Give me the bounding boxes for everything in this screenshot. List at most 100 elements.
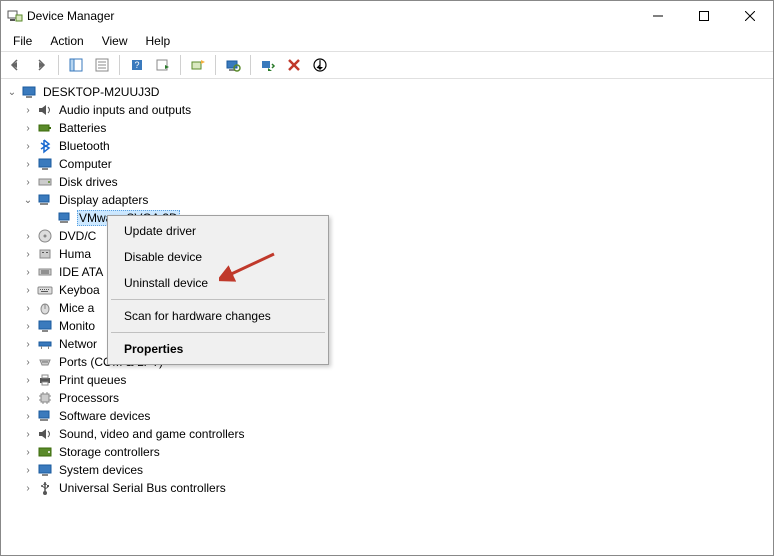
tree-computer[interactable]: › Computer xyxy=(3,155,773,173)
expand-icon[interactable]: › xyxy=(21,321,35,332)
display-adapter-icon xyxy=(57,210,73,226)
expand-icon[interactable]: › xyxy=(21,447,35,458)
tree-label: Networ xyxy=(57,337,99,351)
ctx-update-driver[interactable]: Update driver xyxy=(110,218,326,244)
expand-icon[interactable]: › xyxy=(21,267,35,278)
expand-icon[interactable]: › xyxy=(21,231,35,242)
device-manager-window: Device Manager File Action View Help xyxy=(0,0,774,556)
ctx-scan-hardware[interactable]: Scan for hardware changes xyxy=(110,303,326,329)
update-driver-button[interactable] xyxy=(186,53,210,77)
tree-system-devices[interactable]: › System devices xyxy=(3,461,773,479)
expand-icon[interactable]: › xyxy=(21,303,35,314)
tree-label: DESKTOP-M2UUJ3D xyxy=(41,85,161,99)
menu-action[interactable]: Action xyxy=(42,33,91,49)
expand-icon[interactable]: › xyxy=(21,357,35,368)
expand-icon[interactable]: › xyxy=(21,339,35,350)
back-button[interactable] xyxy=(3,53,27,77)
svg-text:?: ? xyxy=(134,60,139,70)
menubar: File Action View Help xyxy=(1,31,773,51)
expand-icon[interactable]: › xyxy=(21,105,35,116)
toolbar-sep xyxy=(180,55,181,75)
expand-icon[interactable]: › xyxy=(21,411,35,422)
device-tree[interactable]: ⌄ DESKTOP-M2UUJ3D › Audio inputs and out… xyxy=(1,79,773,555)
close-button[interactable] xyxy=(727,1,773,31)
tree-bluetooth[interactable]: › Bluetooth xyxy=(3,137,773,155)
toolbar: ? xyxy=(1,51,773,79)
app-icon xyxy=(7,8,23,24)
collapse-icon[interactable]: ⌄ xyxy=(5,87,19,98)
ctx-separator xyxy=(111,332,325,333)
expand-icon[interactable]: › xyxy=(21,123,35,134)
titlebar: Device Manager xyxy=(1,1,773,31)
tree-label: Sound, video and game controllers xyxy=(57,427,246,441)
network-icon xyxy=(37,336,53,352)
expand-icon[interactable]: › xyxy=(21,393,35,404)
expand-icon[interactable]: › xyxy=(21,375,35,386)
help-button[interactable]: ? xyxy=(125,53,149,77)
software-device-icon xyxy=(37,408,53,424)
menu-file[interactable]: File xyxy=(5,33,40,49)
expand-icon[interactable]: › xyxy=(21,465,35,476)
display-adapter-icon xyxy=(37,192,53,208)
expand-icon[interactable]: › xyxy=(21,249,35,260)
tree-label: Display adapters xyxy=(57,193,150,207)
expand-icon[interactable]: › xyxy=(21,285,35,296)
tree-label: Monito xyxy=(57,319,97,333)
expand-icon[interactable]: › xyxy=(21,483,35,494)
dvd-icon xyxy=(37,228,53,244)
hid-icon xyxy=(37,246,53,262)
monitor-icon xyxy=(37,156,53,172)
tree-label: Audio inputs and outputs xyxy=(57,103,193,117)
tree-label: Software devices xyxy=(57,409,152,423)
window-title: Device Manager xyxy=(23,9,635,23)
disable-device-button[interactable] xyxy=(256,53,280,77)
show-hide-tree-button[interactable] xyxy=(64,53,88,77)
action-button[interactable] xyxy=(151,53,175,77)
enable-device-button[interactable] xyxy=(308,53,332,77)
minimize-button[interactable] xyxy=(635,1,681,31)
tree-disk[interactable]: › Disk drives xyxy=(3,173,773,191)
ctx-properties[interactable]: Properties xyxy=(110,336,326,362)
tree-display-adapters[interactable]: ⌄ Display adapters xyxy=(3,191,773,209)
tree-label: Computer xyxy=(57,157,114,171)
expand-icon[interactable]: › xyxy=(21,429,35,440)
bluetooth-icon xyxy=(37,138,53,154)
tree-label: Universal Serial Bus controllers xyxy=(57,481,228,495)
monitor-icon xyxy=(37,318,53,334)
maximize-button[interactable] xyxy=(681,1,727,31)
speaker-icon xyxy=(37,102,53,118)
ctx-separator xyxy=(111,299,325,300)
port-icon xyxy=(37,354,53,370)
menu-help[interactable]: Help xyxy=(138,33,179,49)
tree-storage[interactable]: › Storage controllers xyxy=(3,443,773,461)
system-device-icon xyxy=(37,462,53,478)
tree-label: Processors xyxy=(57,391,121,405)
tree-sound[interactable]: › Sound, video and game controllers xyxy=(3,425,773,443)
tree-processors[interactable]: › Processors xyxy=(3,389,773,407)
tree-root[interactable]: ⌄ DESKTOP-M2UUJ3D xyxy=(3,83,773,101)
tree-label: IDE ATA xyxy=(57,265,105,279)
tree-audio[interactable]: › Audio inputs and outputs xyxy=(3,101,773,119)
ctx-disable-device[interactable]: Disable device xyxy=(110,244,326,270)
keyboard-icon xyxy=(37,282,53,298)
tree-usb[interactable]: › Universal Serial Bus controllers xyxy=(3,479,773,497)
context-menu: Update driver Disable device Uninstall d… xyxy=(107,215,329,365)
computer-icon xyxy=(21,84,37,100)
toolbar-sep xyxy=(119,55,120,75)
ctx-uninstall-device[interactable]: Uninstall device xyxy=(110,270,326,296)
expand-icon[interactable]: › xyxy=(21,177,35,188)
scan-hardware-button[interactable] xyxy=(221,53,245,77)
tree-print-queues[interactable]: › Print queues xyxy=(3,371,773,389)
toolbar-sep xyxy=(250,55,251,75)
tree-batteries[interactable]: › Batteries xyxy=(3,119,773,137)
menu-view[interactable]: View xyxy=(94,33,136,49)
tree-label: Keyboa xyxy=(57,283,102,297)
forward-button[interactable] xyxy=(29,53,53,77)
uninstall-device-button[interactable] xyxy=(282,53,306,77)
properties-button[interactable] xyxy=(90,53,114,77)
expand-icon[interactable]: › xyxy=(21,141,35,152)
collapse-icon[interactable]: ⌄ xyxy=(21,195,35,206)
tree-software-devices[interactable]: › Software devices xyxy=(3,407,773,425)
expand-icon[interactable]: › xyxy=(21,159,35,170)
disk-icon xyxy=(37,174,53,190)
